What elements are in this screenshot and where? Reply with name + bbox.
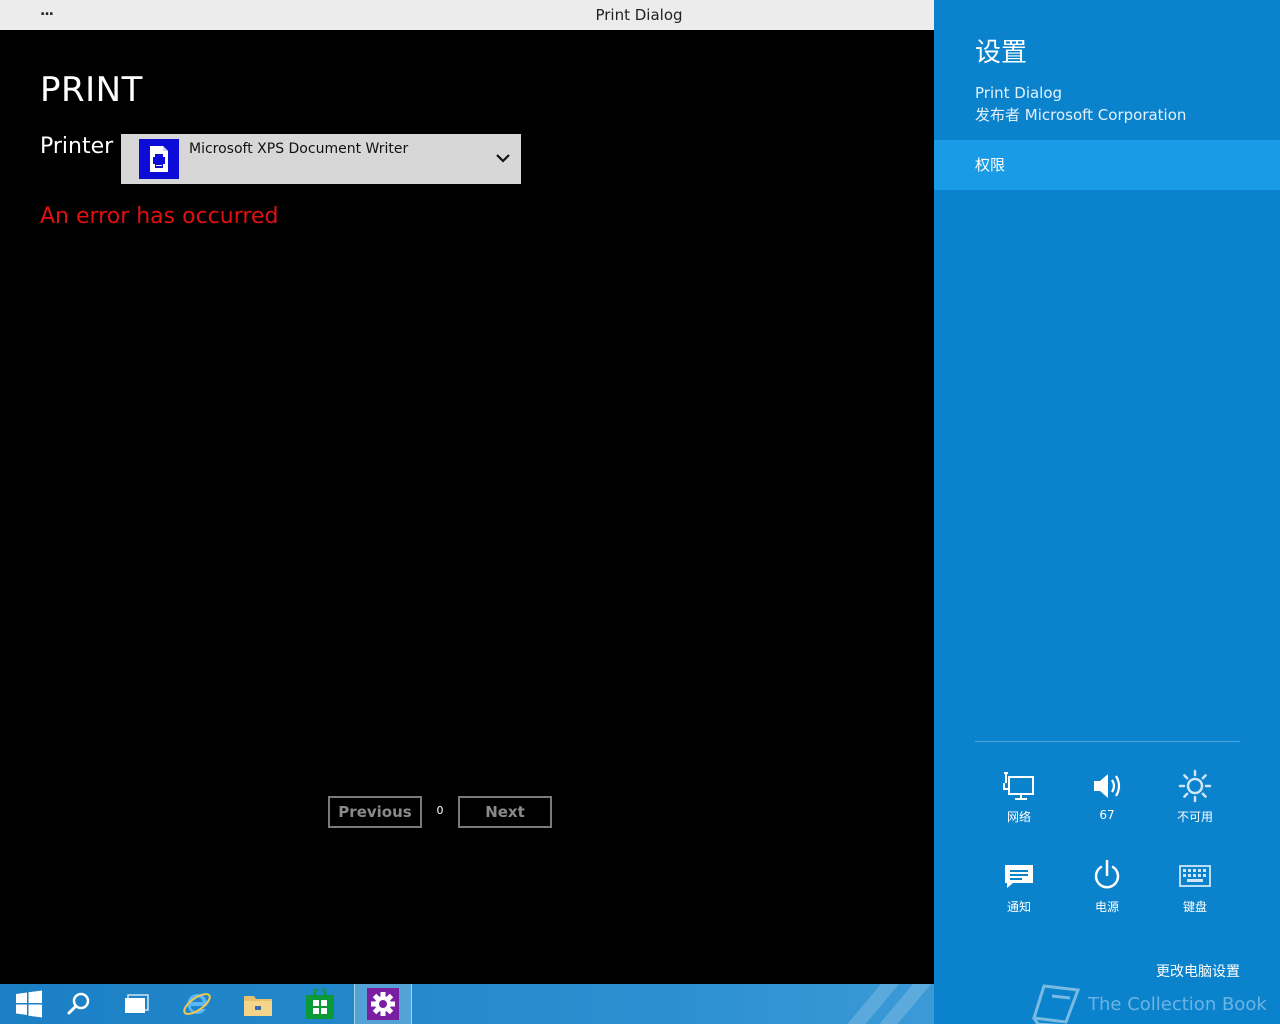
file-explorer-icon bbox=[244, 996, 272, 1016]
keyboard-label: 键盘 bbox=[1182, 900, 1207, 914]
start-icon bbox=[16, 990, 42, 1018]
notifications-button[interactable]: 通知 bbox=[984, 856, 1054, 915]
task-view-button[interactable] bbox=[108, 984, 166, 1024]
keyboard-icon bbox=[1179, 865, 1211, 887]
search-button[interactable] bbox=[50, 984, 108, 1024]
brightness-icon bbox=[1178, 769, 1212, 803]
taskbar-settings-app[interactable] bbox=[354, 984, 412, 1024]
settings-app-icon bbox=[367, 988, 399, 1020]
previous-button[interactable]: Previous bbox=[328, 796, 422, 828]
chevron-down-icon bbox=[496, 154, 510, 163]
watermark-text: The Collection Book bbox=[1088, 993, 1267, 1015]
error-message: An error has occurred bbox=[40, 204, 279, 229]
taskbar-file-explorer[interactable] bbox=[229, 984, 287, 1024]
next-button[interactable]: Next bbox=[458, 796, 552, 828]
printer-label: Printer bbox=[40, 134, 114, 159]
charm-app-name: Print Dialog bbox=[975, 84, 1063, 102]
divider bbox=[975, 741, 1240, 742]
book-icon bbox=[1032, 984, 1081, 1024]
settings-charm: 设置 Print Dialog 发布者 Microsoft Corporatio… bbox=[934, 0, 1280, 1024]
store-icon bbox=[306, 989, 334, 1019]
permissions-item[interactable]: 权限 bbox=[934, 140, 1280, 190]
keyboard-button[interactable]: 键盘 bbox=[1160, 856, 1230, 915]
notifications-icon bbox=[1005, 865, 1033, 888]
power-label: 电源 bbox=[1094, 900, 1119, 914]
power-button[interactable]: 电源 bbox=[1072, 856, 1142, 915]
network-icon bbox=[1003, 772, 1034, 800]
brightness-button[interactable]: 不可用 bbox=[1160, 766, 1230, 825]
printer-dropdown[interactable]: Microsoft XPS Document Writer bbox=[121, 134, 521, 184]
charm-title: 设置 bbox=[975, 38, 1028, 68]
printer-name: Microsoft XPS Document Writer bbox=[189, 141, 409, 157]
power-icon bbox=[1094, 859, 1120, 889]
volume-icon bbox=[1094, 774, 1121, 798]
printer-icon bbox=[139, 139, 179, 179]
change-pc-settings-link[interactable]: 更改电脑设置 bbox=[1156, 961, 1240, 981]
page-title: PRINT bbox=[40, 70, 143, 110]
notifications-label: 通知 bbox=[1006, 900, 1031, 914]
volume-button[interactable]: 67 bbox=[1072, 766, 1142, 822]
brightness-label: 不可用 bbox=[1176, 810, 1213, 824]
internet-explorer-icon bbox=[183, 993, 211, 1015]
charm-publisher: 发布者 Microsoft Corporation bbox=[975, 106, 1187, 124]
task-view-icon bbox=[125, 994, 149, 1013]
network-label: 网络 bbox=[1006, 810, 1031, 824]
search-icon bbox=[67, 992, 90, 1015]
volume-label: 67 bbox=[1099, 808, 1115, 822]
network-button[interactable]: 网络 bbox=[984, 766, 1054, 825]
taskbar-store[interactable] bbox=[291, 984, 349, 1024]
page-number: 0 bbox=[436, 804, 444, 817]
taskbar bbox=[0, 984, 934, 1024]
watermark: The Collection Book bbox=[1030, 982, 1267, 1024]
title-bar: ... Print Dialog bbox=[0, 0, 934, 30]
taskbar-internet-explorer[interactable] bbox=[168, 984, 226, 1024]
print-panel: PRINT Printer Microsoft XPS Document Wri… bbox=[0, 30, 934, 984]
